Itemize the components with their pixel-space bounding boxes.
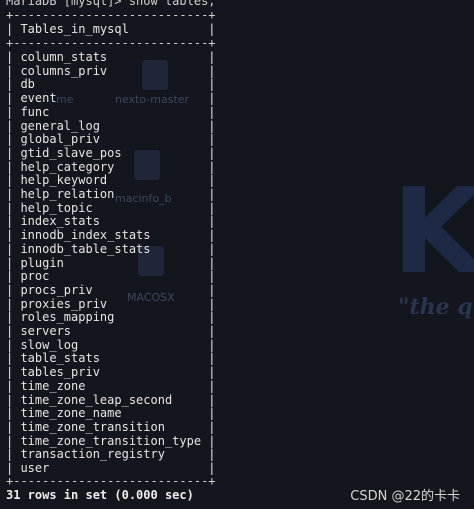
table-row: | event |: [6, 91, 216, 106]
table-row: | innodb_table_stats |: [6, 241, 216, 256]
table-row: | time_zone_leap_second |: [6, 392, 216, 407]
table-row: | innodb_index_stats |: [6, 228, 216, 243]
table-row: | general_log |: [6, 118, 216, 133]
table-row: | gtid_slave_pos |: [6, 145, 216, 160]
table-row: | roles_mapping |: [6, 310, 216, 325]
csdn-watermark: CSDN @22的卡卡: [350, 489, 460, 504]
query-summary: 31 rows in set (0.000 sec): [6, 488, 194, 502]
table-row: | columns_priv |: [6, 63, 216, 78]
table-row: | column_stats |: [6, 50, 216, 64]
table-header: | Tables_in_mysql |: [6, 22, 216, 36]
table-row: | transaction_registry |: [6, 447, 216, 462]
terminal-window[interactable]: MariaDB [mysql]> show tables; +---------…: [0, 0, 474, 509]
table-row: | time_zone_name |: [6, 406, 216, 421]
table-row: | func |: [6, 104, 216, 119]
table-border-bottom: +---------------------------+: [6, 474, 216, 488]
table-row: | db |: [6, 77, 216, 92]
table-row: | time_zone_transition |: [6, 419, 216, 434]
table-row: | procs_priv |: [6, 282, 216, 297]
table-row: | time_zone_transition_type |: [6, 433, 216, 448]
table-border-mid: +---------------------------+: [6, 36, 216, 50]
table-row: | plugin |: [6, 255, 216, 270]
table-row: | slow_log |: [6, 337, 216, 352]
table-border-top: +---------------------------+: [6, 8, 216, 22]
table-row: | help_relation |: [6, 187, 216, 201]
table-row: | help_category |: [6, 159, 216, 174]
table-row: | proxies_priv |: [6, 296, 216, 311]
table-row: | global_priv |: [6, 132, 216, 147]
table-row: | help_topic |: [6, 200, 216, 215]
table-row: | proc |: [6, 269, 216, 284]
table-row: | servers |: [6, 324, 216, 338]
table-row: | help_keyword |: [6, 173, 216, 188]
table-row: | table_stats |: [6, 351, 216, 366]
table-row: | index_stats |: [6, 214, 216, 229]
table-row: | tables_priv |: [6, 365, 216, 380]
table-row: | time_zone |: [6, 378, 216, 393]
